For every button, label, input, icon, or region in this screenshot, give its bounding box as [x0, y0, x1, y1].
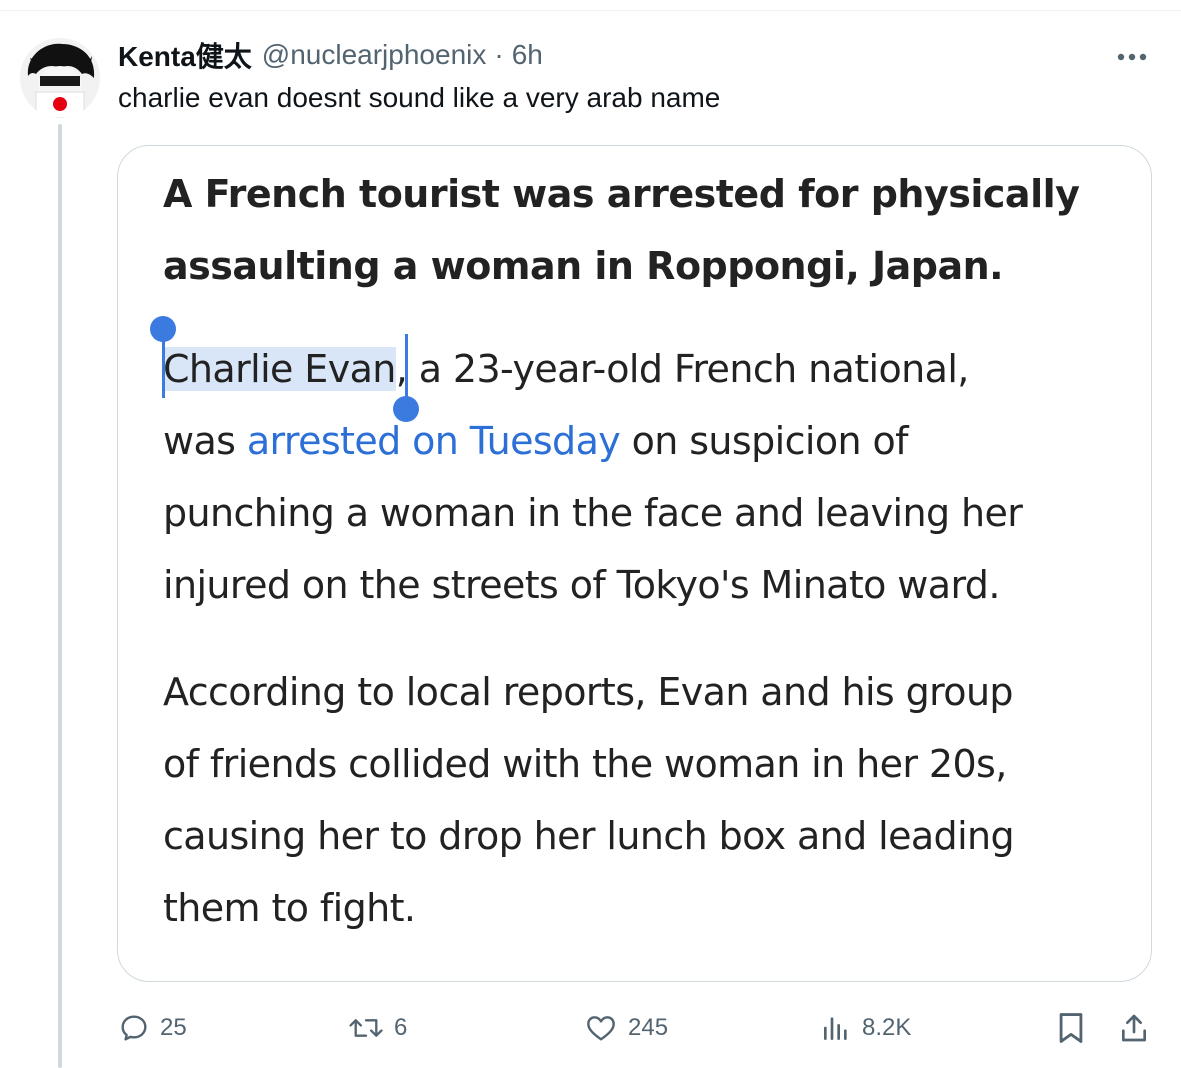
more-icon: [1117, 53, 1147, 61]
repost-button[interactable]: 6: [348, 1008, 407, 1048]
views-button[interactable]: 8.2K: [820, 1008, 911, 1048]
reply-count: 25: [160, 1014, 187, 1041]
avatar[interactable]: [20, 38, 100, 118]
avatar-image: [20, 38, 100, 118]
user-handle[interactable]: @nuclearjphoenix: [262, 39, 487, 71]
tweet-text: charlie evan doesnt sound like a very ar…: [118, 82, 721, 113]
views-icon: [824, 1017, 847, 1040]
article-link: arrested on Tuesday: [246, 419, 621, 463]
paragraph-1-line-2-end: on suspicion of: [620, 419, 909, 463]
selected-text: Charlie Evan: [163, 347, 396, 391]
paragraph-1-line-1: Charlie Evan, a 23-year-old French natio…: [163, 333, 1123, 405]
paragraph-1-line-3: punching a woman in the face and leaving…: [163, 491, 1023, 535]
paragraph-2-line-2: of friends collided with the woman in he…: [163, 742, 1007, 786]
selection-end-handle: [393, 396, 419, 422]
bookmark-icon: [1059, 1013, 1083, 1043]
headline-line-2: assaulting a woman in Roppongi, Japan.: [163, 244, 1004, 288]
repost-icon: [349, 1019, 383, 1037]
view-count: 8.2K: [862, 1014, 912, 1041]
share-icon: [1122, 1014, 1146, 1042]
repost-count: 6: [394, 1014, 408, 1041]
paragraph-2-line-3: causing her to drop her lunch box and le…: [163, 814, 1015, 858]
timestamp[interactable]: 6h: [512, 39, 543, 71]
thread-line: [58, 124, 62, 1068]
tweet-header: Kenta健太 @nuclearjphoenix · 6h: [118, 38, 543, 72]
like-count: 245: [628, 1014, 669, 1041]
paragraph-1-line-1-rest: , a 23-year-old French national,: [395, 347, 970, 391]
like-button[interactable]: 245: [584, 1008, 668, 1048]
attached-image-card[interactable]: A French tourist was arrested for physic…: [117, 145, 1152, 982]
display-name[interactable]: Kenta健太: [118, 35, 252, 75]
tweet-actions: 25 6 245 8.2K: [0, 1008, 1181, 1048]
paragraph-1-line-2-start: was: [163, 419, 247, 463]
article-paragraph-2: According to local reports, Evan and his…: [163, 656, 1123, 944]
top-divider: [0, 10, 1181, 11]
share-button[interactable]: [1118, 1008, 1150, 1048]
paragraph-1-line-2: was arrested on Tuesday on suspicion of: [163, 405, 1123, 477]
paragraph-2-line-1: According to local reports, Evan and his…: [163, 670, 1014, 714]
reply-icon: [121, 1015, 147, 1041]
headline-line-1: A French tourist was arrested for physic…: [163, 172, 1080, 216]
selection-end-stem: [405, 334, 408, 398]
separator-dot: ·: [494, 39, 504, 70]
selection-start-stem: [162, 334, 165, 398]
more-options-button[interactable]: [1112, 40, 1152, 74]
reply-button[interactable]: 25: [118, 1008, 187, 1048]
paragraph-2-line-4: them to fight.: [163, 886, 416, 930]
article-paragraph-1: Charlie Evan, a 23-year-old French natio…: [163, 333, 1123, 621]
like-icon: [587, 1016, 615, 1041]
article-headline: A French tourist was arrested for physic…: [163, 158, 1113, 302]
bookmark-button[interactable]: [1056, 1008, 1086, 1048]
paragraph-1-line-4: injured on the streets of Tokyo's Minato…: [163, 563, 1000, 607]
